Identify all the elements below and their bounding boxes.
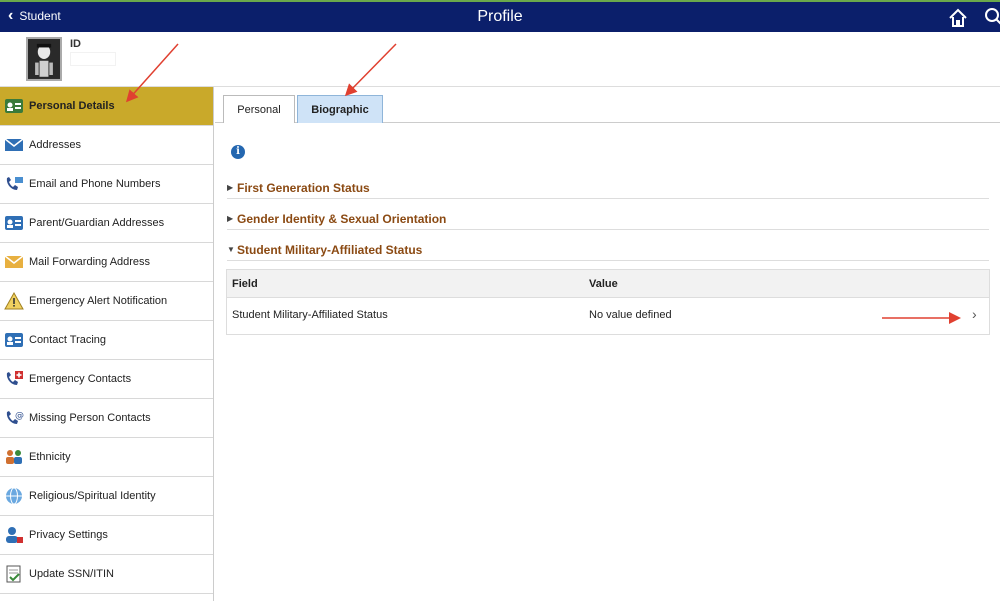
sidebar-item-missing-person[interactable]: @ Missing Person Contacts bbox=[0, 399, 213, 438]
header-bar: ‹ Student Profile bbox=[0, 0, 1000, 32]
search-icon[interactable] bbox=[984, 7, 1000, 27]
table-row[interactable]: Student Military-Affiliated Status No va… bbox=[227, 298, 989, 334]
document-check-icon bbox=[4, 565, 24, 583]
grid-header: Field Value bbox=[227, 270, 989, 298]
sidebar-item-label: Emergency Alert Notification bbox=[29, 295, 168, 307]
sidebar-item-label: Email and Phone Numbers bbox=[29, 178, 161, 190]
info-icon[interactable]: i bbox=[231, 145, 245, 159]
section-label: First Generation Status bbox=[237, 180, 370, 195]
sidebar-item-parent-guardian[interactable]: Parent/Guardian Addresses bbox=[0, 204, 213, 243]
tab-bar: Personal Biographic bbox=[215, 87, 1000, 123]
sidebar-item-label: Religious/Spiritual Identity bbox=[29, 490, 156, 502]
section-gender-identity[interactable]: ▶ Gender Identity & Sexual Orientation bbox=[227, 208, 989, 230]
mail-icon bbox=[4, 253, 24, 271]
section-label: Gender Identity & Sexual Orientation bbox=[237, 211, 447, 226]
sidebar-item-ethnicity[interactable]: Ethnicity bbox=[0, 438, 213, 477]
phone-emergency-icon bbox=[4, 370, 24, 388]
avatar bbox=[26, 37, 62, 81]
id-card-icon bbox=[4, 97, 24, 115]
sidebar-item-label: Addresses bbox=[29, 139, 81, 151]
row-field: Student Military-Affiliated Status bbox=[232, 309, 388, 321]
sidebar-item-label: Update SSN/ITIN bbox=[29, 568, 114, 580]
sidebar-item-emergency-contacts[interactable]: Emergency Contacts bbox=[0, 360, 213, 399]
sidebar-item-emergency-alert[interactable]: Emergency Alert Notification bbox=[0, 282, 213, 321]
chevron-right-icon[interactable]: › bbox=[972, 306, 977, 322]
tab-biographic[interactable]: Biographic bbox=[297, 95, 383, 123]
sidebar-item-mail-forwarding[interactable]: Mail Forwarding Address bbox=[0, 243, 213, 282]
sidebar-item-label: Privacy Settings bbox=[29, 529, 108, 541]
sidebar-item-label: Ethnicity bbox=[29, 451, 71, 463]
svg-text:@: @ bbox=[15, 411, 24, 421]
sidebar-item-label: Parent/Guardian Addresses bbox=[29, 217, 165, 229]
tab-personal[interactable]: Personal bbox=[223, 95, 295, 123]
sidebar-item-contact-tracing[interactable]: Contact Tracing bbox=[0, 321, 213, 360]
sidebar-item-religious[interactable]: Religious/Spiritual Identity bbox=[0, 477, 213, 516]
home-icon[interactable] bbox=[948, 8, 968, 28]
page-title: Profile bbox=[477, 8, 523, 25]
people-icon bbox=[4, 448, 24, 466]
military-status-grid: Field Value Student Military-Affiliated … bbox=[226, 269, 990, 335]
student-id-block: ID bbox=[0, 32, 1000, 87]
id-value bbox=[70, 52, 116, 66]
contact-card-icon bbox=[4, 214, 24, 232]
caret-right-icon: ▶ bbox=[227, 214, 234, 223]
sidebar-item-label: Contact Tracing bbox=[29, 334, 107, 346]
caret-down-icon: ▼ bbox=[227, 245, 235, 254]
envelope-icon bbox=[4, 136, 24, 154]
section-military-status[interactable]: ▼ Student Military-Affiliated Status bbox=[227, 239, 989, 261]
section-label: Student Military-Affiliated Status bbox=[237, 242, 423, 257]
column-header-field: Field bbox=[232, 278, 258, 290]
phone-at-icon: @ bbox=[4, 409, 24, 427]
sidebar-item-addresses[interactable]: Addresses bbox=[0, 126, 213, 165]
section-first-generation[interactable]: ▶ First Generation Status bbox=[227, 177, 989, 199]
main-content: Personal Biographic i ▶ First Generation… bbox=[215, 87, 1000, 601]
contact-card-icon bbox=[4, 331, 24, 349]
sidebar-item-email-phone[interactable]: Email and Phone Numbers bbox=[0, 165, 213, 204]
sidebar-item-ssn[interactable]: Update SSN/ITIN bbox=[0, 555, 213, 594]
warning-icon bbox=[4, 292, 24, 310]
sidebar: Personal Details Addresses Email and Pho… bbox=[0, 87, 214, 601]
sidebar-item-personal-details[interactable]: Personal Details bbox=[0, 87, 213, 126]
sidebar-item-label: Mail Forwarding Address bbox=[29, 256, 151, 268]
row-value: No value defined bbox=[589, 309, 672, 321]
user-lock-icon bbox=[4, 526, 24, 544]
id-label: ID bbox=[70, 38, 81, 50]
globe-icon bbox=[4, 487, 24, 505]
sidebar-item-label: Emergency Contacts bbox=[29, 373, 132, 385]
sidebar-item-label: Personal Details bbox=[29, 100, 115, 112]
phone-email-icon bbox=[4, 175, 24, 193]
column-header-value: Value bbox=[589, 278, 618, 290]
caret-right-icon: ▶ bbox=[227, 183, 234, 192]
sidebar-item-label: Missing Person Contacts bbox=[29, 412, 151, 424]
sidebar-item-privacy[interactable]: Privacy Settings bbox=[0, 516, 213, 555]
